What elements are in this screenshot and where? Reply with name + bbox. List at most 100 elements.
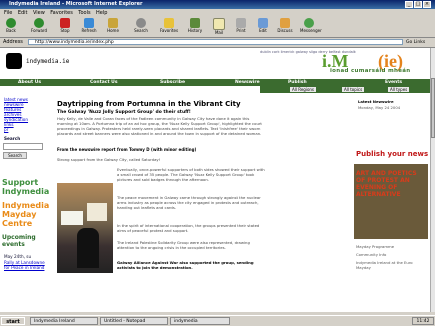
favorites-button[interactable]: Favorites xyxy=(160,18,178,36)
task-indymedia[interactable]: Indymedia Ireland xyxy=(30,317,98,325)
article-intro: Holy Kelly, de Valle and Coran faces of … xyxy=(57,116,262,136)
article-para-2: The peace movement in Galway came throug… xyxy=(117,195,261,210)
system-clock: 11:42 xyxy=(412,317,434,325)
edit-icon xyxy=(258,18,268,28)
stop-button[interactable]: Stop xyxy=(56,18,74,36)
menu-view[interactable]: View xyxy=(33,9,45,17)
placard-right xyxy=(87,203,107,221)
feature-link-2[interactable]: Community Info xyxy=(356,252,428,257)
start-button[interactable]: start xyxy=(1,317,25,325)
edit-button[interactable]: Edit xyxy=(254,18,272,36)
search-button[interactable]: Search xyxy=(132,18,150,36)
nav-events[interactable]: Events xyxy=(385,79,402,86)
indymedia-logo[interactable]: indymedia.ie xyxy=(4,51,69,73)
mail-icon xyxy=(213,18,225,30)
scroll-thumb[interactable] xyxy=(431,78,435,138)
menu-edit[interactable]: Edit xyxy=(18,9,28,17)
main-content: Daytripping from Portumna in the Vibrant… xyxy=(53,94,267,312)
toolbar: Back Forward Stop Refresh Home Search Fa… xyxy=(0,17,435,38)
home-button[interactable]: Home xyxy=(104,18,122,36)
task-indymedia-2[interactable]: indymedia xyxy=(170,317,230,325)
upcoming-events-heading: Upcoming events xyxy=(2,234,36,248)
article-subhead: The Galway 'Nuzz Jolly Support Group' do… xyxy=(57,110,191,115)
windows-taskbar: start Indymedia Ireland Untitled - Notep… xyxy=(0,315,435,326)
mail-button[interactable]: Mail xyxy=(210,18,228,36)
type-select[interactable]: All types xyxy=(388,87,410,92)
print-button[interactable]: Print xyxy=(232,18,250,36)
placard-left xyxy=(61,211,83,225)
messenger-button[interactable]: Messenger xyxy=(300,18,322,36)
messenger-icon xyxy=(304,18,314,28)
ime-banner: dublin cork limerick galway sligo derry … xyxy=(260,50,428,76)
event-link[interactable]: Rally at Lansdowne for Peace in Ireland xyxy=(4,260,46,270)
mayday-centre-link[interactable]: Indymedia Mayday Centre xyxy=(2,201,49,228)
support-indymedia-link[interactable]: Support Indymedia xyxy=(2,178,49,196)
back-button[interactable]: Back xyxy=(2,18,20,36)
print-icon xyxy=(236,18,246,28)
protester-figure xyxy=(77,228,99,268)
nav-contact[interactable]: Contact Us xyxy=(90,79,118,86)
article-tagline: Strong support from the Galway City, cal… xyxy=(57,157,161,162)
nav-newswire[interactable]: Newswire xyxy=(235,79,260,86)
address-bar: Address http://www.indymedia.ie/index.ph… xyxy=(0,38,435,48)
right-sidebar: Latest Newswire Monday, May 24 2004 Publ… xyxy=(346,94,430,312)
search-label: Search xyxy=(4,136,21,141)
menu-tools[interactable]: Tools xyxy=(78,9,90,17)
nav-publish[interactable]: Publish xyxy=(288,79,307,86)
article-para-4: The Ireland Palestine Solidarity Group w… xyxy=(117,240,250,250)
search-input[interactable] xyxy=(3,143,43,150)
protest-photo[interactable] xyxy=(57,183,113,273)
address-label: Address xyxy=(3,39,23,45)
window-titlebar: Indymedia Ireland - Microsoft Internet E… xyxy=(0,0,435,9)
event-poster[interactable]: ART AND POETICS OF PROTEST AN EVENING OF… xyxy=(354,164,428,239)
region-select[interactable]: All Regions xyxy=(290,87,317,92)
article-para-5: Galway Alliance Against War also support… xyxy=(117,260,254,270)
home-icon xyxy=(108,18,118,28)
satellite-dish-icon xyxy=(6,53,22,69)
discuss-icon xyxy=(280,18,290,28)
address-input[interactable]: http://www.indymedia.ie/index.php xyxy=(28,39,403,45)
task-notepad[interactable]: Untitled - Notepad xyxy=(100,317,168,325)
filter-bar: All Regions All topics All types xyxy=(260,86,430,93)
publish-news-link[interactable]: Publish your news xyxy=(356,150,428,158)
go-button[interactable]: Go Links xyxy=(406,39,432,46)
poster-text: ART AND POETICS OF PROTEST AN EVENING OF… xyxy=(356,170,417,198)
site-nav: About Us Contact Us Subscribe Newswire P… xyxy=(0,79,430,86)
refresh-button[interactable]: Refresh xyxy=(80,18,98,36)
menu-help[interactable]: Help xyxy=(96,9,107,17)
site-header: indymedia.ie dublin cork limerick galway… xyxy=(0,48,430,78)
window-title: Indymedia Ireland - Microsoft Internet E… xyxy=(9,1,143,7)
article-headline[interactable]: Daytripping from Portumna in the Vibrant… xyxy=(57,100,241,108)
feature-link-1[interactable]: Mayday Programme xyxy=(356,244,428,249)
article-para-1: Eventually, once-powerful supporters of … xyxy=(117,167,265,182)
vertical-scrollbar[interactable] xyxy=(430,48,435,312)
star-icon xyxy=(164,18,174,28)
menu-favorites[interactable]: Favorites xyxy=(50,9,73,17)
close-button[interactable]: × xyxy=(423,1,431,8)
forward-arrow-icon xyxy=(34,18,44,28)
search-icon xyxy=(136,18,146,28)
link-pr[interactable]: pr xyxy=(4,127,8,132)
back-arrow-icon xyxy=(6,18,16,28)
event-date: May 24th, su xyxy=(4,254,32,259)
nav-subscribe[interactable]: Subscribe xyxy=(160,79,185,86)
search-submit-button[interactable]: Search xyxy=(3,152,27,159)
minimize-button[interactable]: _ xyxy=(405,1,413,8)
latest-heading: Latest Newswire xyxy=(358,99,394,104)
history-button[interactable]: History xyxy=(186,18,204,36)
latest-box: Latest Newswire Monday, May 24 2004 xyxy=(354,97,426,149)
discuss-button[interactable]: Discuss xyxy=(276,18,294,36)
forward-button[interactable]: Forward xyxy=(30,18,48,36)
article-para-3: In the spirit of international cooperati… xyxy=(117,223,260,233)
history-icon xyxy=(190,18,200,28)
left-sidebar: latest news newswire features archives s… xyxy=(0,94,50,312)
maximize-button[interactable]: □ xyxy=(414,1,422,8)
topic-select[interactable]: All topics xyxy=(342,87,365,92)
nav-about[interactable]: About Us xyxy=(18,79,41,86)
feature-link-3[interactable]: Indymedia Ireland at the Euro Mayday xyxy=(356,260,428,270)
menu-file[interactable]: File xyxy=(4,9,12,17)
refresh-icon xyxy=(84,18,94,28)
stop-icon xyxy=(60,18,70,28)
web-page: indymedia.ie dublin cork limerick galway… xyxy=(0,48,430,312)
newswire-credit: From the newswire report from Tommy D (w… xyxy=(57,147,197,152)
